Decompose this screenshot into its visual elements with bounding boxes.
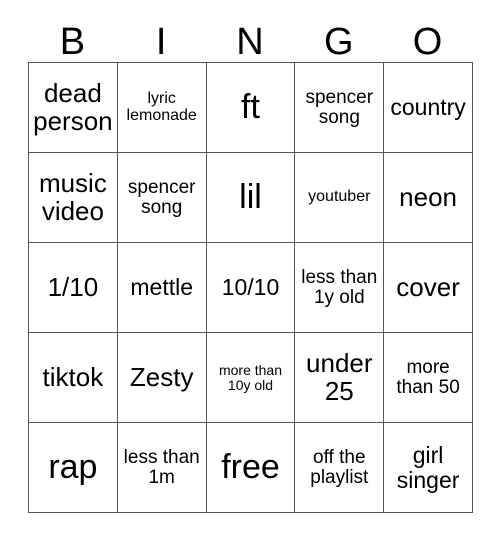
bingo-header-letter-i: I (155, 21, 167, 63)
bingo-cell-label: more than 50 (396, 356, 460, 398)
bingo-cell[interactable]: rap (28, 422, 118, 513)
bingo-cell-label: more than 10y old (218, 361, 283, 393)
bingo-cell[interactable]: country (383, 62, 473, 153)
bingo-cell-label: youtuber (308, 188, 371, 206)
bingo-cell-free[interactable]: free (205, 422, 296, 513)
bingo-cell-label: 1/10 (47, 271, 99, 302)
bingo-cell-label: cover (396, 271, 460, 302)
bingo-cell-label: mettle (130, 274, 194, 301)
bingo-cell[interactable]: lyric lemonade (116, 62, 207, 153)
bingo-cell-label: less than 1m (123, 446, 200, 488)
bingo-cell[interactable]: youtuber (294, 152, 385, 243)
bingo-cell[interactable]: music video (28, 152, 118, 243)
bingo-row: tiktok Zesty more than 10y old under 25 … (28, 332, 473, 423)
bingo-cell[interactable]: mettle (116, 242, 207, 333)
bingo-header-letter-o: O (412, 21, 443, 63)
bingo-header-letter-g: G (324, 21, 354, 63)
bingo-header-letter-n: N (236, 21, 264, 63)
bingo-cell[interactable]: Zesty (116, 332, 207, 423)
bingo-cell-label: less than 1y old (301, 266, 378, 308)
bingo-cell[interactable]: less than 1y old (294, 242, 385, 333)
bingo-cell[interactable]: ft (205, 62, 296, 153)
bingo-cell-label: country (390, 94, 466, 121)
bingo-cell-label: lyric lemonade (126, 89, 197, 124)
bingo-cell[interactable]: off the playlist (294, 422, 385, 513)
bingo-header-row: B I N G O (28, 0, 472, 62)
bingo-cell-label: music video (38, 168, 107, 226)
bingo-cell-label: neon (399, 181, 457, 212)
bingo-card: B I N G O dead person lyric lemonade ft … (0, 0, 500, 544)
bingo-cell-label: free (221, 447, 280, 486)
bingo-cell[interactable]: girl singer (383, 422, 473, 513)
bingo-cell-label: lil (239, 177, 262, 216)
bingo-cell[interactable]: spencer song (116, 152, 207, 243)
bingo-row: 1/10 mettle 10/10 less than 1y old cover (28, 242, 473, 333)
bingo-cell-label: off the playlist (310, 446, 369, 488)
bingo-cell[interactable]: less than 1m (116, 422, 207, 513)
bingo-cell-label: dead person (33, 78, 113, 136)
bingo-cell[interactable]: under 25 (294, 332, 385, 423)
bingo-cell-label: under 25 (306, 348, 373, 406)
bingo-cell[interactable]: cover (383, 242, 473, 333)
bingo-cell-label: rap (48, 447, 98, 486)
bingo-cell[interactable]: 10/10 (205, 242, 296, 333)
bingo-cell[interactable]: more than 50 (383, 332, 473, 423)
bingo-cell[interactable]: spencer song (294, 62, 385, 153)
bingo-cell-label: girl singer (396, 442, 460, 493)
bingo-row: rap less than 1m free off the playlist g… (28, 422, 473, 513)
bingo-cell-label: spencer song (127, 176, 196, 218)
bingo-cell[interactable]: tiktok (28, 332, 118, 423)
bingo-cell[interactable]: dead person (28, 62, 118, 153)
bingo-cell-label: spencer song (305, 86, 374, 128)
bingo-row: dead person lyric lemonade ft spencer so… (28, 62, 473, 153)
bingo-grid: dead person lyric lemonade ft spencer so… (28, 62, 473, 513)
bingo-cell-label: Zesty (129, 361, 194, 392)
bingo-cell[interactable]: lil (205, 152, 296, 243)
bingo-cell-label: ft (241, 87, 260, 126)
bingo-cell-label: tiktok (42, 361, 104, 392)
bingo-cell[interactable]: 1/10 (28, 242, 118, 333)
bingo-cell-label: 10/10 (221, 274, 280, 301)
bingo-header-letter-b: B (59, 21, 86, 63)
bingo-row: music video spencer song lil youtuber ne… (28, 152, 473, 243)
bingo-cell[interactable]: neon (383, 152, 473, 243)
bingo-cell[interactable]: more than 10y old (205, 332, 296, 423)
